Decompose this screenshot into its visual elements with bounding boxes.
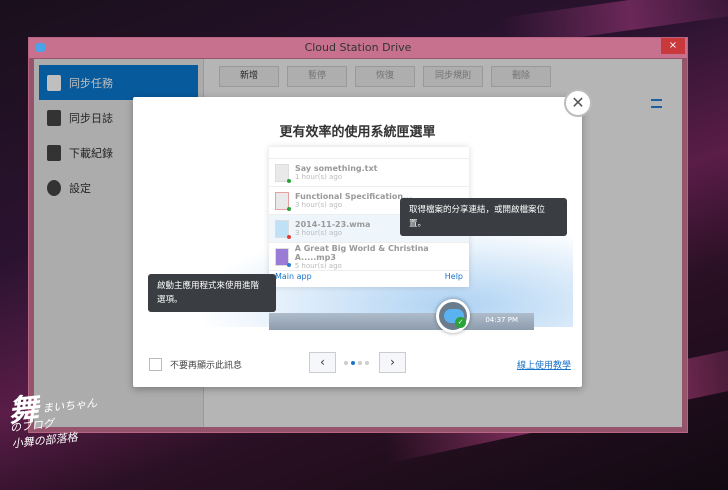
- dont-show-checkbox[interactable]: [149, 358, 162, 371]
- file-time: 1 hour(s) ago: [295, 173, 343, 181]
- next-button[interactable]: ›: [379, 352, 406, 373]
- help-link: Help: [444, 271, 463, 281]
- text-file-icon: [275, 163, 291, 183]
- file-row: Say something.txt 1 hour(s) ago: [269, 159, 469, 187]
- dialog-title: 更有效率的使用系統匣選單: [279, 125, 436, 140]
- online-tutorial-link[interactable]: 線上使用教學: [517, 358, 571, 371]
- clock: 04:37 PM: [485, 316, 518, 324]
- title-bar[interactable]: Cloud Station Drive ×: [29, 38, 687, 58]
- page-dot[interactable]: [351, 361, 355, 365]
- music-file-icon: [275, 247, 291, 267]
- cloud-station-tray-icon: ✓: [436, 299, 470, 333]
- page-dot[interactable]: [344, 361, 348, 365]
- status-dot: [287, 234, 291, 239]
- main-app-link: Main app: [275, 271, 312, 281]
- page-dot[interactable]: [358, 361, 362, 365]
- file-time: 3 hour(s) ago: [295, 229, 343, 237]
- window-title: Cloud Station Drive: [304, 41, 412, 54]
- status-dot: [287, 178, 291, 183]
- cloud-app-icon: [35, 43, 46, 52]
- share-tooltip: 取得檔案的分享連結，或開啟檔案位置。: [400, 198, 567, 236]
- page-dot[interactable]: [365, 361, 369, 365]
- taskbar-illustration: 04:37 PM: [269, 313, 534, 330]
- file-row: [269, 147, 469, 159]
- page-indicator: [344, 361, 369, 365]
- file-name: A Great Big World & Christina A.....mp3: [294, 243, 429, 262]
- dialog-close-button[interactable]: ✕: [564, 89, 592, 117]
- status-dot: [287, 206, 291, 211]
- audio-file-icon: [275, 219, 291, 239]
- file-time: 3 hour(s) ago: [295, 201, 343, 209]
- watermark-logo: 舞まいちゃん のブログ 小舞の部落格: [6, 391, 98, 451]
- window-close-button[interactable]: ×: [661, 38, 685, 54]
- file-name: 2014-11-23.wma: [295, 220, 371, 229]
- main-app-tooltip: 啟動主應用程式來使用進階選項。: [148, 274, 276, 312]
- pdf-file-icon: [275, 191, 291, 211]
- prev-button[interactable]: ‹: [309, 352, 336, 373]
- file-name: Say something.txt: [295, 164, 378, 173]
- tips-dialog: ✕ 更有效率的使用系統匣選單 Say something.txt 1 hour(s…: [133, 89, 592, 387]
- dont-show-label[interactable]: 不要再顯示此訊息: [170, 358, 242, 371]
- file-name: Functional Specification...: [295, 192, 413, 201]
